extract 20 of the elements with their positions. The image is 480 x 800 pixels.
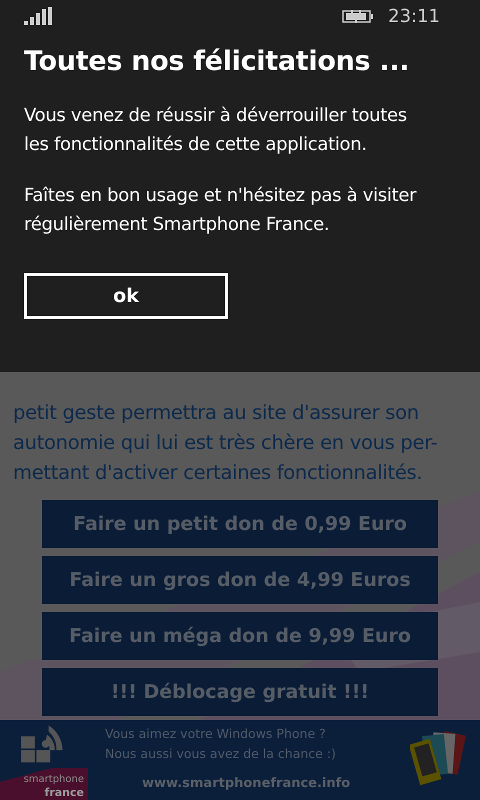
battery-charging-icon [342,8,374,24]
clock: 23:11 [388,6,440,26]
signal-icon [24,7,52,25]
donation-button[interactable]: Faire un petit don de 0,99 Euro [42,500,438,548]
donation-button[interactable]: Faire un méga don de 9,99 Euro [42,612,438,660]
donation-button[interactable]: !!! Déblocage gratuit !!! [42,668,438,716]
description-text: mettant d'activer certaines fonctionnalités. [13,460,424,486]
description-text: petit geste permettra au site d'assurer son [13,400,420,426]
ok-button[interactable]: ok [24,273,228,319]
banner-url: www.smartphonefrance.info [142,776,352,791]
banner[interactable]: smartphone france Vous aimez votre Windows Phone ? Nous aussi vous avez de la chance :) www.smartphonefrance.info [0,720,480,800]
logo-text: smartphone [24,774,84,786]
banner-text: Vous aimez votre Windows Phone ? [105,725,327,743]
logo-text: france [44,786,84,799]
dialog-message: Vous venez de réussir à déverrouiller toutes les fonctionnalités de cette application. [24,104,408,157]
donation-button[interactable]: Faire un gros don de 4,99 Euros [42,556,438,604]
description-text: autonomie qui lui est très chère en vous per- [13,430,438,456]
dialog-message: Faîtes en bon usage et n'hésitez pas à visiter régulièrement Smartphone France. [24,184,418,237]
banner-text: Nous aussi vous avez de la chance :) [105,745,337,763]
dialog-title: Toutes nos félicitations ... [24,46,410,77]
